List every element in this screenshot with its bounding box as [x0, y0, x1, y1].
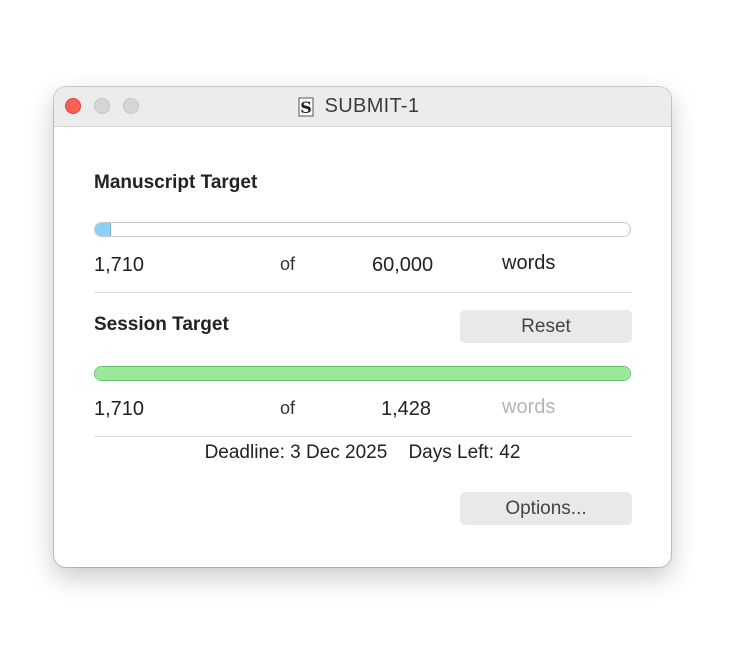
manuscript-current-count: 1,710: [94, 254, 145, 276]
title-bar[interactable]: S SUBMIT-1: [54, 87, 671, 127]
window-title: SUBMIT-1: [324, 95, 420, 117]
session-unit-label: words: [502, 396, 556, 418]
footer-divider: [94, 436, 632, 437]
manuscript-unit-label[interactable]: words: [502, 252, 555, 275]
targets-content: Manuscript Target 1,710 of 60,000 words …: [54, 127, 671, 567]
svg-text:S: S: [300, 98, 312, 117]
manuscript-of-label: of: [280, 254, 296, 274]
manuscript-target-heading: Manuscript Target: [94, 172, 258, 193]
deadline-value: 3 Dec 2025: [290, 442, 388, 463]
reset-session-button[interactable]: Reset: [460, 310, 632, 343]
manuscript-target-count[interactable]: 60,000: [372, 254, 433, 277]
session-progress-fill: [95, 367, 630, 380]
deadline-summary: Deadline: 3 Dec 2025 Days Left: 42: [54, 442, 671, 464]
manuscript-progress-bar: [94, 222, 631, 237]
days-left-label: Days Left:: [408, 442, 494, 463]
deadline-label: Deadline:: [204, 442, 285, 463]
days-left-value: 42: [499, 442, 521, 463]
scrivener-document-icon: S: [298, 97, 314, 117]
session-progress-bar: [94, 366, 631, 381]
options-button[interactable]: Options...: [460, 492, 632, 525]
session-of-label: of: [280, 398, 296, 418]
session-target-heading: Session Target: [94, 314, 229, 335]
session-target-count[interactable]: 1,428: [381, 398, 431, 421]
section-divider: [94, 292, 632, 293]
session-current-count: 1,710: [94, 398, 145, 420]
project-targets-window: S SUBMIT-1 Manuscript Target 1,710 of 60…: [54, 87, 671, 567]
manuscript-progress-fill: [95, 223, 112, 236]
window-title-group: S SUBMIT-1: [54, 87, 671, 126]
